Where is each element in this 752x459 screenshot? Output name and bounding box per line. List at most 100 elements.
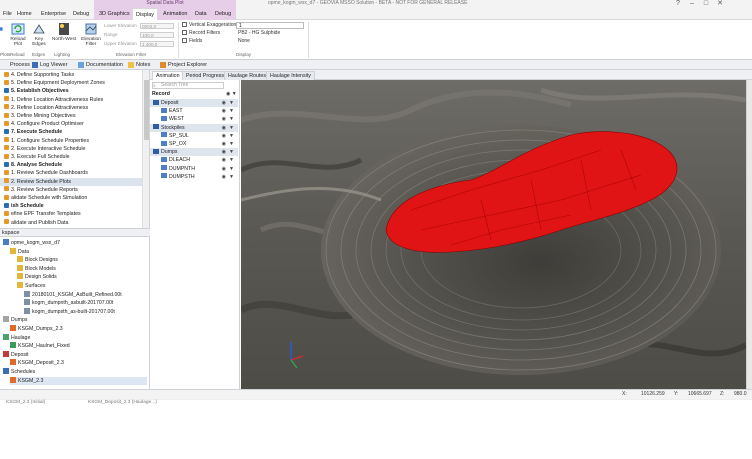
- workspace-item[interactable]: kogm_dumpnth_asbuilt-201707.00t: [24, 299, 147, 307]
- tab-animation[interactable]: Animation: [160, 8, 190, 20]
- workspace-item[interactable]: Surfaces: [17, 282, 147, 290]
- vertical-exaggeration-option[interactable]: Vertical Exaggeration: [182, 22, 236, 29]
- filter-icon[interactable]: ▼: [229, 156, 234, 164]
- viewport-side-toolbar[interactable]: [746, 80, 752, 389]
- process-scrollbar[interactable]: [142, 70, 149, 228]
- scene-record-row[interactable]: SP_SUL ◉ ▼: [150, 132, 238, 140]
- workspace-item[interactable]: 20180101_KSGM_AsBuilt_Refined.00t: [24, 290, 147, 299]
- north-west-light-button[interactable]: North-West: [50, 22, 78, 42]
- workspace-item[interactable]: Schedules: [3, 368, 147, 376]
- workspace-item[interactable]: Data: [10, 247, 147, 256]
- workspace-item[interactable]: Block Models: [17, 264, 147, 273]
- process-scroll-thumb[interactable]: [144, 80, 149, 140]
- process-item[interactable]: efine EPF Transfer Templates: [0, 210, 142, 218]
- process-item[interactable]: 2. Review Schedule Plots: [0, 177, 142, 186]
- process-item[interactable]: 3. Define Mining Objectives: [0, 112, 142, 120]
- vertical-exaggeration-input[interactable]: 1: [236, 22, 304, 29]
- eye-icon[interactable]: ◉: [222, 148, 226, 156]
- filter-icon[interactable]: ▼: [229, 115, 234, 123]
- eye-icon[interactable]: ◉: [222, 115, 226, 123]
- tab-documentation[interactable]: Documentation: [76, 60, 126, 70]
- process-item[interactable]: 2. Refine Location Attractiveness: [0, 104, 142, 112]
- help-icon[interactable]: ?: [674, 0, 682, 8]
- reload-plot-button[interactable]: Reload Plot: [8, 22, 28, 47]
- filter-icon[interactable]: ▼: [229, 107, 234, 115]
- filter-icon[interactable]: ▼: [229, 124, 234, 132]
- workspace-item[interactable]: KSGM_Haulnet_Fixed: [10, 342, 147, 350]
- process-item[interactable]: 5. Establish Objectives: [0, 87, 142, 95]
- workspace-item[interactable]: Dumps: [3, 316, 147, 324]
- filter-icon[interactable]: ▼: [229, 165, 234, 173]
- scene-record-row[interactable]: SP_OX ◉ ▼: [150, 140, 238, 148]
- record-filters-option[interactable]: Record Filters: [182, 30, 220, 37]
- tab-data[interactable]: Data: [192, 8, 210, 20]
- tab-notes[interactable]: Notes: [126, 60, 153, 70]
- scene-record-row[interactable]: EAST ◉ ▼: [150, 107, 238, 115]
- tab-file[interactable]: File: [0, 8, 15, 20]
- key-edges-button[interactable]: Key Edges: [30, 22, 48, 47]
- filter-icon[interactable]: ▼: [229, 132, 234, 140]
- tab-home[interactable]: Home: [14, 8, 35, 20]
- process-item[interactable]: 1. Review Schedule Dashboards: [0, 169, 142, 177]
- eye-icon[interactable]: ◉: [222, 140, 226, 148]
- tab-haulage-routes[interactable]: Haulage Routes: [224, 71, 270, 80]
- tab-period-progress[interactable]: Period Progress: [182, 71, 228, 80]
- filter-icon[interactable]: ▼: [229, 140, 234, 148]
- eye-icon[interactable]: ◉: [222, 165, 226, 173]
- process-item[interactable]: ish Schedule: [0, 202, 142, 210]
- workspace-item[interactable]: kogm_dumpsth_as-built-201707.00t: [24, 307, 147, 316]
- eye-icon[interactable]: ◉: [222, 107, 226, 115]
- process-item[interactable]: 3. Review Schedule Reports: [0, 186, 142, 194]
- process-item[interactable]: 1. Configure Schedule Properties: [0, 137, 142, 145]
- lower-elevation-field[interactable]: 0003.0: [140, 23, 174, 29]
- tab-log-viewer[interactable]: Log Viewer: [30, 60, 70, 70]
- workspace-item[interactable]: opme_kogm_wsx_d7: [3, 239, 147, 247]
- eye-icon[interactable]: ◉: [222, 124, 226, 132]
- workspace-item[interactable]: Design Solids: [17, 273, 147, 281]
- process-item[interactable]: 4. Define Supporting Tasks: [0, 71, 142, 79]
- process-item[interactable]: alidate and Publish Data: [0, 219, 142, 227]
- process-item[interactable]: 8. Analyse Schedule: [0, 161, 142, 169]
- elevation-filter-button[interactable]: Elevation Filter: [80, 22, 102, 47]
- process-item[interactable]: 3. Execute Full Schedule: [0, 153, 142, 161]
- tab-animation-view[interactable]: Animation: [152, 71, 184, 80]
- tab-debug-2[interactable]: Debug: [212, 8, 234, 20]
- eye-icon[interactable]: ◉: [222, 173, 226, 181]
- close-icon[interactable]: ✕: [716, 0, 724, 8]
- 3d-viewport[interactable]: [241, 80, 746, 389]
- process-item[interactable]: 1. Define Location Attractiveness Rules: [0, 96, 142, 104]
- tab-process[interactable]: Process: [0, 60, 33, 70]
- filter-icon[interactable]: ▼: [229, 99, 234, 107]
- process-item[interactable]: 5. Define Equipment Deployment Zones: [0, 79, 142, 87]
- workspace-item[interactable]: KSGM_2.3: [10, 376, 147, 385]
- tab-3d-graphics[interactable]: 3D Graphics: [96, 8, 133, 20]
- scene-group-row[interactable]: Stockpiles ◉ ▼: [150, 123, 238, 132]
- workspace-item[interactable]: Haulage: [3, 333, 147, 342]
- scene-record-row[interactable]: WEST ◉ ▼: [150, 115, 238, 123]
- filter-icon[interactable]: ▼: [229, 173, 234, 181]
- workspace-item[interactable]: Deposit: [3, 350, 147, 359]
- eye-icon[interactable]: ◉: [222, 156, 226, 164]
- workspace-item[interactable]: KSGM_Dumps_2.3: [10, 325, 147, 333]
- tab-haulage-intensity[interactable]: Haulage Intensity: [266, 71, 315, 80]
- scene-record-row[interactable]: DLEACH ◉ ▼: [150, 156, 238, 164]
- fields-value[interactable]: None: [238, 38, 250, 45]
- plots-button[interactable]: [0, 22, 6, 37]
- fields-option[interactable]: Fields: [182, 38, 202, 45]
- range-field[interactable]: 100.0: [140, 32, 174, 38]
- workspace-item[interactable]: KSGM_Deposit_2.3: [10, 359, 147, 367]
- record-filter-value[interactable]: PB2 - HG Sulphide: [238, 30, 280, 37]
- minimize-icon[interactable]: –: [688, 0, 696, 8]
- eye-icon[interactable]: ◉: [222, 99, 226, 107]
- upper-elevation-field[interactable]: 1 400.0: [140, 41, 174, 47]
- scene-group-row[interactable]: Dumps ◉ ▼: [150, 148, 238, 157]
- process-item[interactable]: 4. Configure Product Optimiser: [0, 120, 142, 128]
- task-deposit[interactable]: KSGM_Deposit_2.3 (Haulage...): [88, 400, 157, 406]
- search-tree-input[interactable]: Search Tree: [152, 82, 224, 89]
- filter-icon[interactable]: ▼: [229, 148, 234, 156]
- process-item[interactable]: 7. Execute Schedule: [0, 128, 142, 136]
- scene-group-row[interactable]: Deposit ◉ ▼: [150, 99, 238, 107]
- tab-debug[interactable]: Debug: [70, 8, 92, 20]
- process-item[interactable]: 2. Execute Interactive Schedule: [0, 145, 142, 153]
- scene-record-row[interactable]: DUMPSTH ◉ ▼: [150, 173, 238, 181]
